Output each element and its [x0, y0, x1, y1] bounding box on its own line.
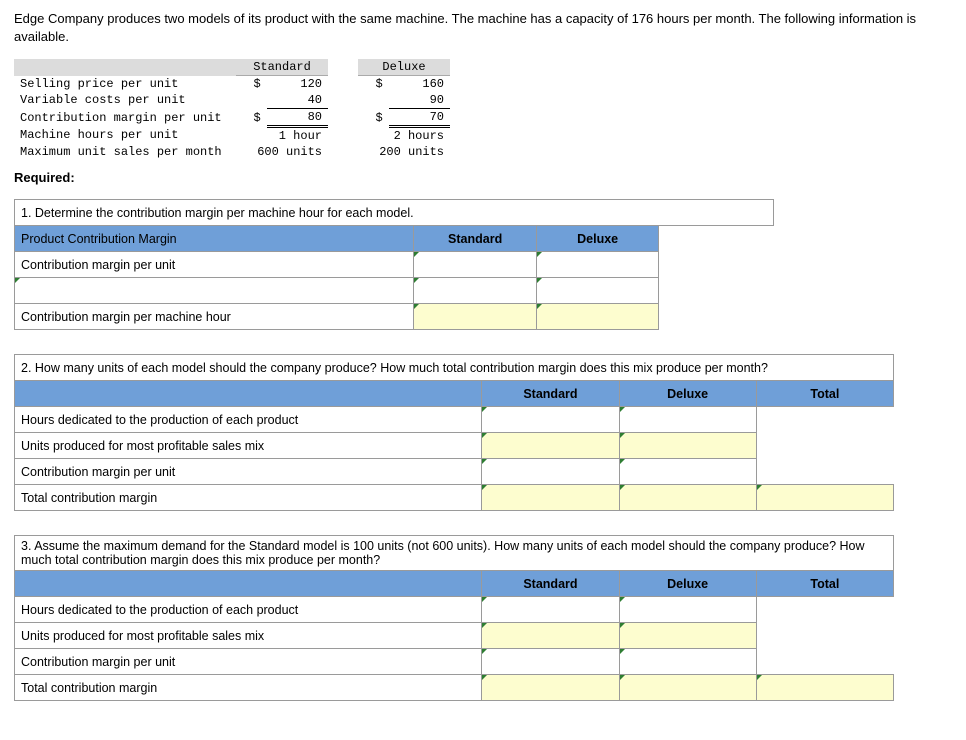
q2-output-std-total-cm[interactable] — [482, 485, 619, 511]
q2-head-standard: Standard — [482, 381, 619, 407]
q2-head-deluxe: Deluxe — [619, 381, 756, 407]
q3-row-hours: Hours dedicated to the production of eac… — [15, 597, 482, 623]
q3-table: 3. Assume the maximum demand for the Sta… — [14, 535, 894, 701]
q1-table: 1. Determine the contribution margin per… — [14, 199, 774, 330]
q2-head-total: Total — [756, 381, 893, 407]
row-cm-per-unit: Contribution margin per unit — [14, 109, 236, 127]
row-machine-hours: Machine hours per unit — [14, 127, 236, 145]
q3-head-standard: Standard — [482, 571, 619, 597]
q2-output-dlx-units[interactable] — [619, 433, 756, 459]
q1-output-dlx-cm-mh[interactable] — [537, 304, 659, 330]
q1-row-cm-unit: Contribution margin per unit — [15, 252, 414, 278]
q3-input-dlx-hours[interactable] — [619, 597, 756, 623]
q1-head-label: Product Contribution Margin — [15, 226, 414, 252]
q3-output-std-units[interactable] — [482, 623, 619, 649]
q2-row-total-cm: Total contribution margin — [15, 485, 482, 511]
intro-text: Edge Company produces two models of its … — [14, 10, 952, 45]
given-data-table: Standard Deluxe Selling price per unit $… — [14, 59, 450, 160]
q1-input-dlx-cm-unit[interactable] — [537, 252, 659, 278]
q3-row-units: Units produced for most profitable sales… — [15, 623, 482, 649]
q2-input-dlx-hours[interactable] — [619, 407, 756, 433]
row-max-sales: Maximum unit sales per month — [14, 144, 236, 160]
q2-output-std-units[interactable] — [482, 433, 619, 459]
q1-input-dlx-divisor[interactable] — [537, 278, 659, 304]
q1-prompt: 1. Determine the contribution margin per… — [15, 200, 774, 226]
q3-input-dlx-cm-unit[interactable] — [619, 649, 756, 675]
row-variable-costs: Variable costs per unit — [14, 92, 236, 109]
q3-row-cm-unit: Contribution margin per unit — [15, 649, 482, 675]
required-heading: Required: — [14, 170, 952, 185]
col-deluxe: Deluxe — [358, 59, 450, 76]
q1-output-std-cm-mh[interactable] — [413, 304, 536, 330]
q2-input-std-hours[interactable] — [482, 407, 619, 433]
q2-prompt: 2. How many units of each model should t… — [15, 355, 894, 381]
q3-input-std-hours[interactable] — [482, 597, 619, 623]
q3-row-total-cm: Total contribution margin — [15, 675, 482, 701]
q1-input-std-divisor[interactable] — [413, 278, 536, 304]
col-standard: Standard — [236, 59, 328, 76]
row-selling-price: Selling price per unit — [14, 76, 236, 93]
q3-input-std-cm-unit[interactable] — [482, 649, 619, 675]
q2-table: 2. How many units of each model should t… — [14, 354, 894, 511]
q1-input-std-cm-unit[interactable] — [413, 252, 536, 278]
q2-row-cm-unit: Contribution margin per unit — [15, 459, 482, 485]
q3-head-deluxe: Deluxe — [619, 571, 756, 597]
q3-prompt: 3. Assume the maximum demand for the Sta… — [15, 536, 894, 571]
q2-input-dlx-cm-unit[interactable] — [619, 459, 756, 485]
q3-output-dlx-total-cm[interactable] — [619, 675, 756, 701]
q2-row-hours: Hours dedicated to the production of eac… — [15, 407, 482, 433]
q3-output-total-cm[interactable] — [756, 675, 893, 701]
q1-head-deluxe: Deluxe — [537, 226, 659, 252]
q1-row-cm-mh: Contribution margin per machine hour — [15, 304, 414, 330]
q3-output-std-total-cm[interactable] — [482, 675, 619, 701]
q2-output-dlx-total-cm[interactable] — [619, 485, 756, 511]
q2-row-units: Units produced for most profitable sales… — [15, 433, 482, 459]
q2-input-std-cm-unit[interactable] — [482, 459, 619, 485]
q3-output-dlx-units[interactable] — [619, 623, 756, 649]
q1-row-blank-label[interactable] — [15, 278, 414, 304]
q2-output-total-cm[interactable] — [756, 485, 893, 511]
q1-head-standard: Standard — [413, 226, 536, 252]
q3-head-total: Total — [756, 571, 893, 597]
